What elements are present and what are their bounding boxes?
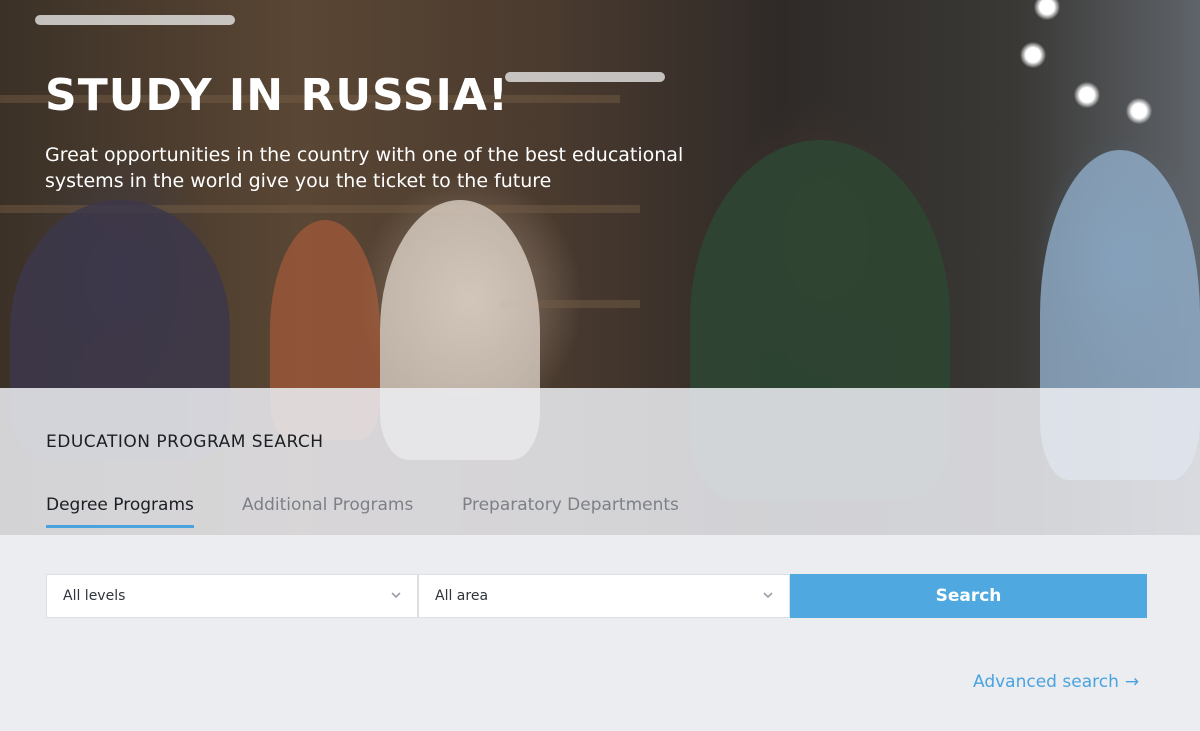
tab-degree-programs[interactable]: Degree Programs	[46, 495, 194, 528]
area-select-value: All area	[435, 588, 489, 604]
tab-additional-programs[interactable]: Additional Programs	[242, 495, 413, 525]
ceiling-light	[1126, 98, 1152, 124]
tab-preparatory-departments[interactable]: Preparatory Departments	[462, 495, 679, 525]
level-select[interactable]: All levels	[46, 574, 418, 618]
ceiling-light	[1034, 0, 1060, 20]
search-button[interactable]: Search	[790, 574, 1147, 618]
search-section-heading: EDUCATION PROGRAM SEARCH	[46, 432, 324, 452]
search-form-area	[0, 535, 1200, 731]
ceiling-lamp	[35, 15, 235, 25]
advanced-search-label: Advanced search	[973, 672, 1119, 692]
ceiling-lamp	[505, 72, 665, 82]
level-select-value: All levels	[63, 588, 126, 604]
arrow-right-icon: →	[1124, 672, 1140, 692]
chevron-down-icon	[763, 592, 773, 599]
hero-subtitle: Great opportunities in the country with …	[45, 144, 684, 192]
area-select[interactable]: All area	[418, 574, 790, 618]
ceiling-light	[1074, 82, 1100, 108]
chevron-down-icon	[391, 592, 401, 599]
hero-title: STUDY IN RUSSIA!	[45, 70, 509, 121]
advanced-search-link[interactable]: Advanced search →	[973, 672, 1139, 692]
ceiling-light	[1020, 42, 1046, 68]
